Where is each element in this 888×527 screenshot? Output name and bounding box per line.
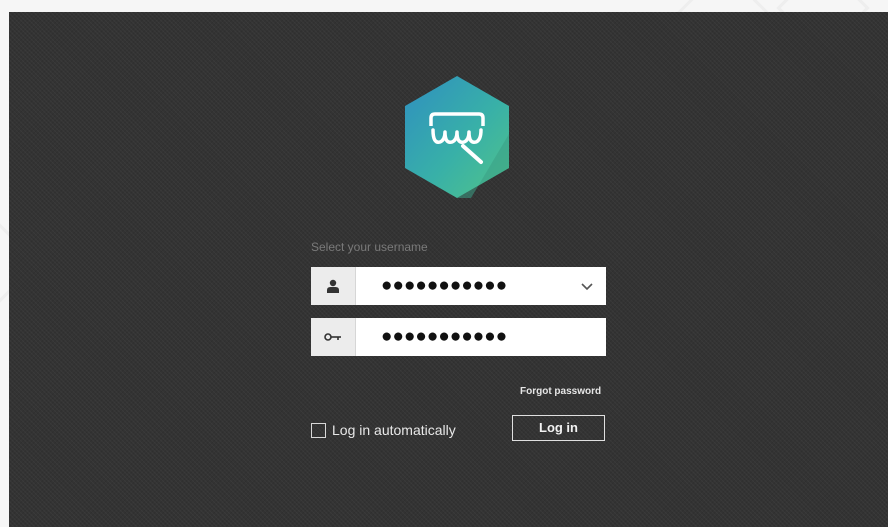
dental-teeth-logo-icon (405, 76, 509, 198)
chevron-down-icon[interactable] (580, 280, 594, 292)
auto-login-toggle[interactable]: Log in automatically (311, 420, 456, 440)
login-window: Select your username ●●●●●●●●●●● ●●●●●●●… (9, 12, 888, 527)
password-value: ●●●●●●●●●●● (381, 326, 508, 347)
password-field[interactable]: ●●●●●●●●●●● (311, 318, 606, 356)
key-icon (311, 318, 356, 356)
page: Select your username ●●●●●●●●●●● ●●●●●●●… (0, 0, 888, 527)
auto-login-label: Log in automatically (332, 422, 456, 438)
username-label: Select your username (311, 240, 428, 254)
forgot-password-link[interactable]: Forgot password (520, 386, 601, 397)
user-icon (311, 267, 356, 305)
username-select[interactable]: ●●●●●●●●●●● (311, 267, 606, 305)
login-button[interactable]: Log in (512, 415, 605, 441)
auto-login-checkbox[interactable] (311, 422, 326, 438)
username-value: ●●●●●●●●●●● (381, 275, 508, 296)
